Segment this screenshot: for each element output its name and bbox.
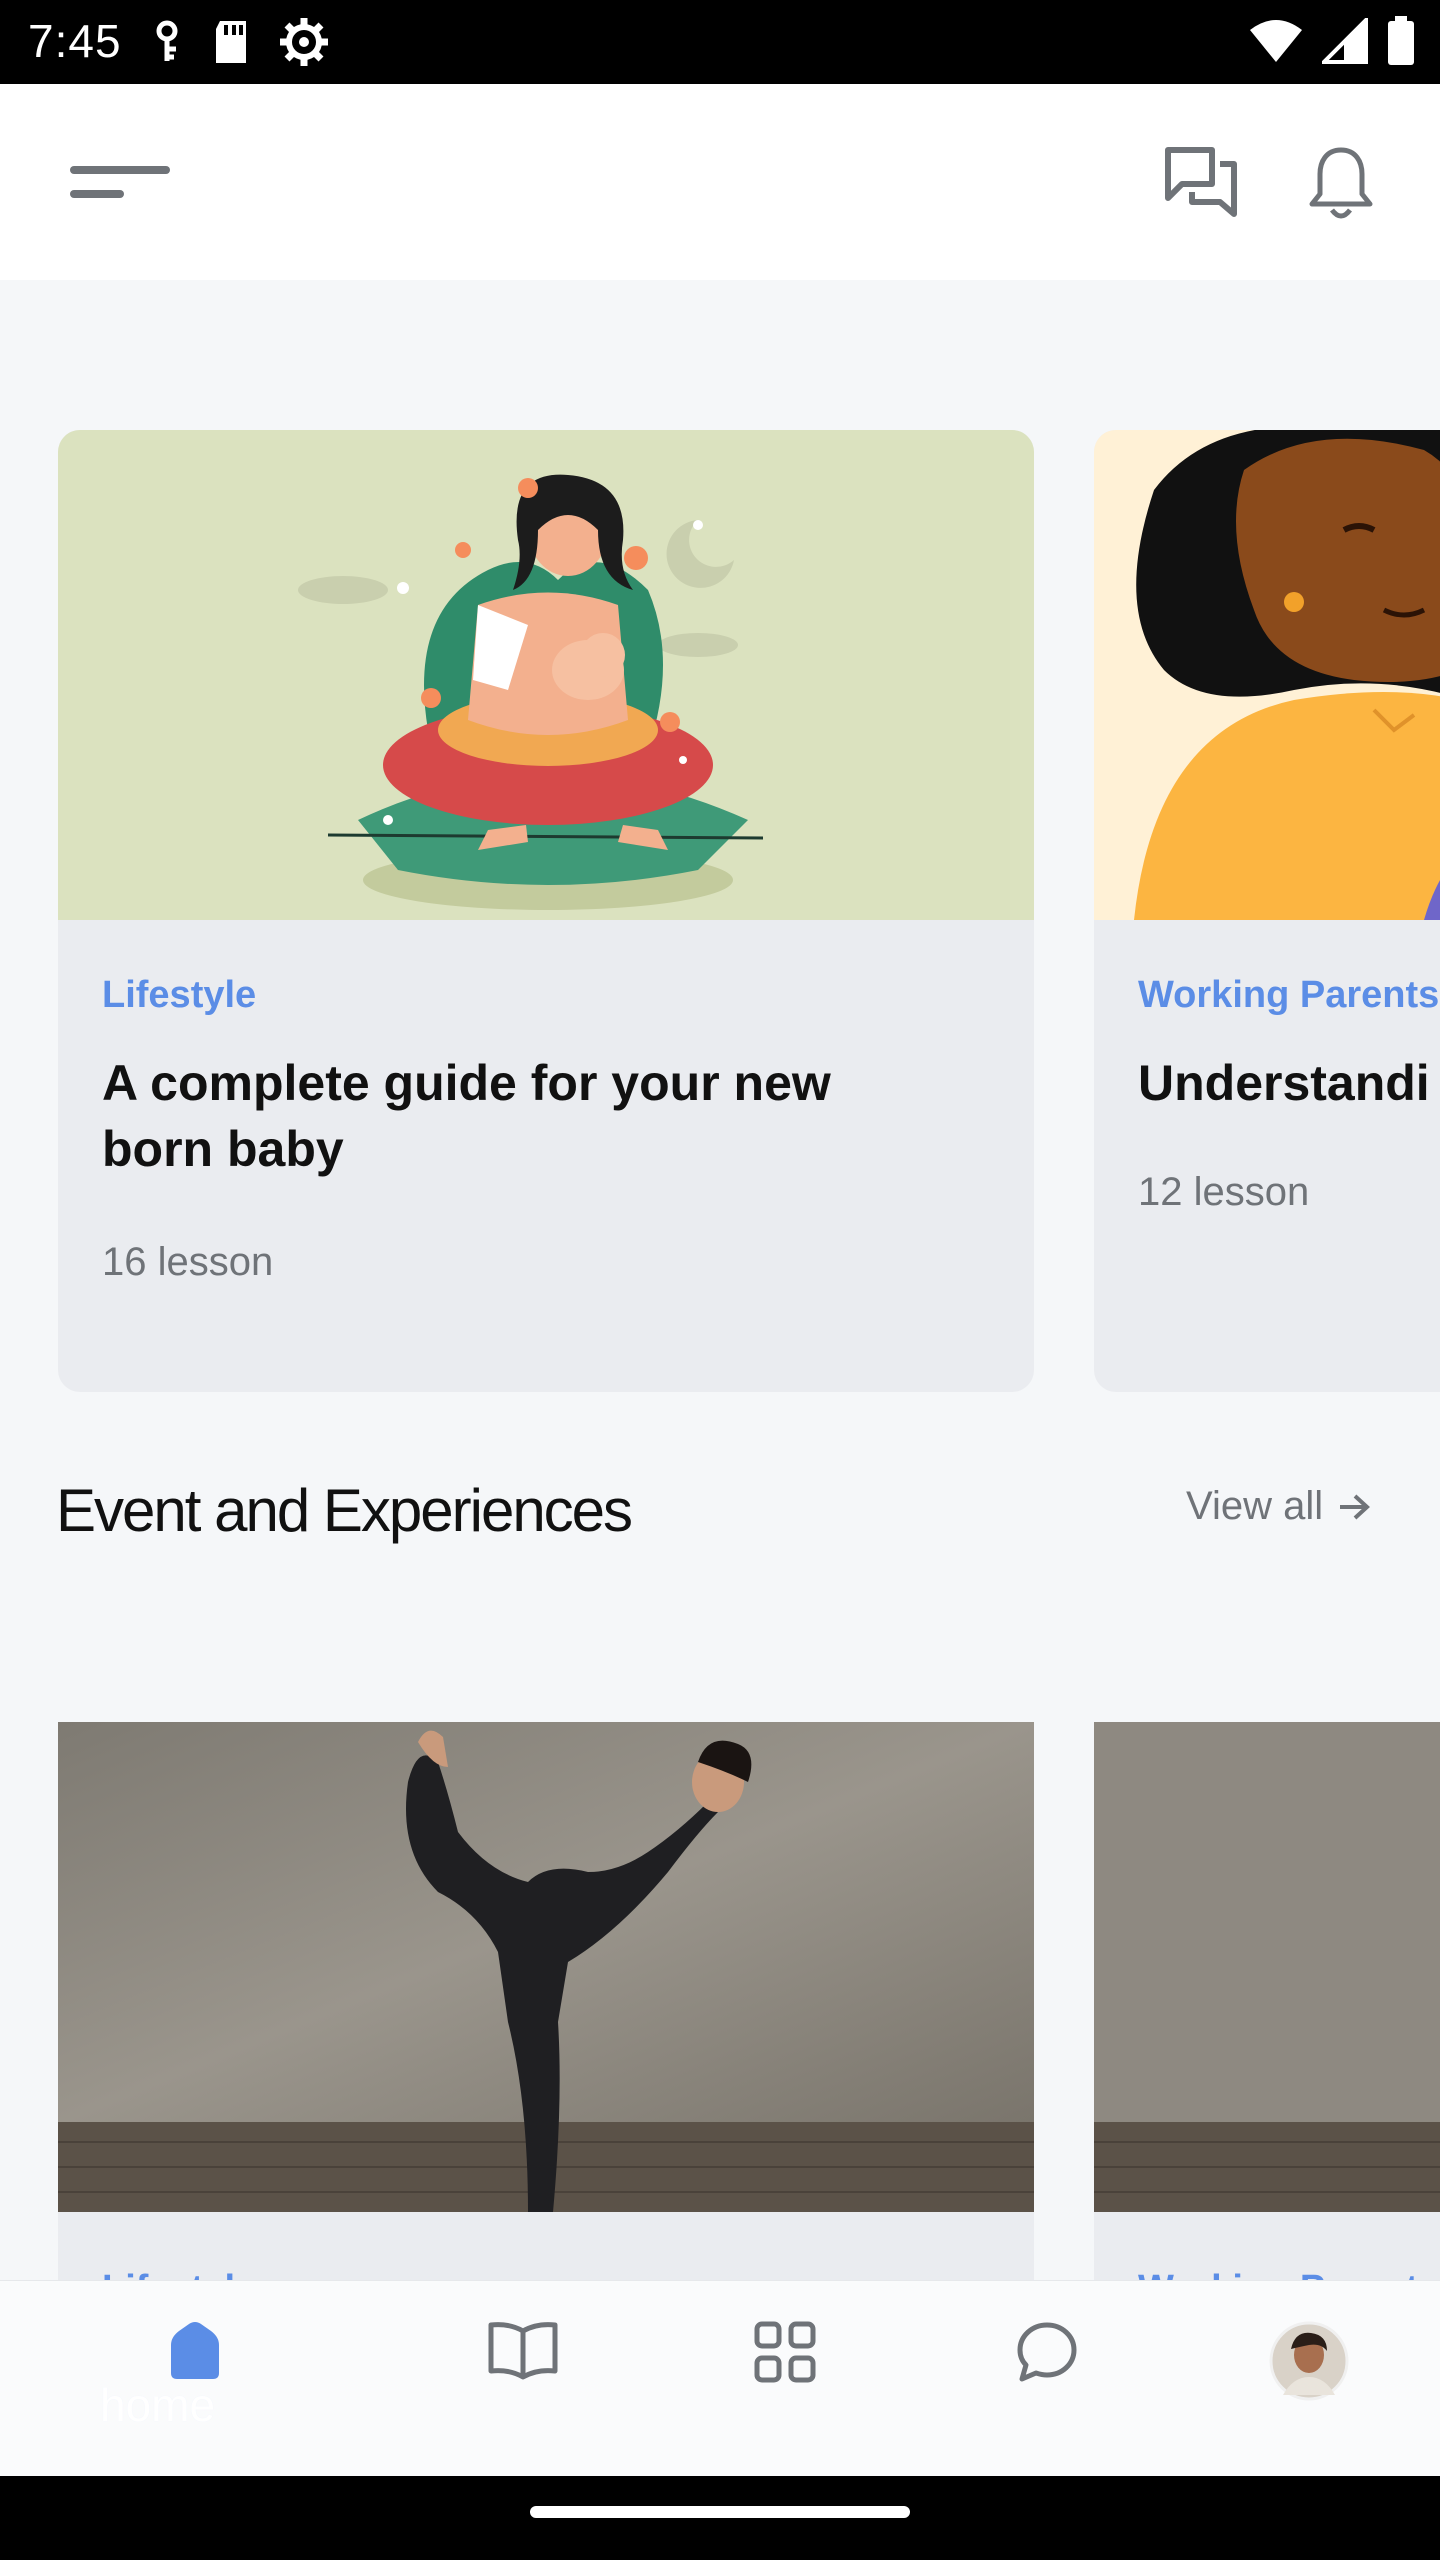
home-gesture-handle[interactable]	[530, 2506, 910, 2518]
course-category: Working Parents	[1138, 974, 1440, 1016]
course-title: Understandi	[1138, 1055, 1430, 1111]
menu-icon	[70, 166, 170, 198]
event-card[interactable]: Lifestyle	[58, 1722, 1034, 2282]
course-card[interactable]: Working Parents Understandi 12 lesson	[1094, 430, 1440, 1392]
course-title: A complete guide for your new born baby	[102, 1055, 831, 1177]
nav-home-label: home	[100, 2379, 216, 2431]
bell-icon	[1309, 147, 1373, 219]
wall-photo	[1094, 1722, 1440, 2212]
notifications-button[interactable]	[1306, 144, 1376, 224]
event-card[interactable]: Working Parents	[1094, 1722, 1440, 2282]
grid-icon	[754, 2321, 816, 2383]
status-time: 7:45	[28, 15, 122, 67]
nav-categories[interactable]	[730, 2321, 840, 2441]
chat-bubbles-icon	[1165, 147, 1237, 217]
nav-profile[interactable]	[1254, 2321, 1364, 2441]
app-bar	[0, 84, 1440, 280]
home-icon	[171, 2322, 219, 2379]
messages-button[interactable]	[1162, 144, 1240, 222]
bottom-navigation	[0, 2280, 1440, 2476]
gesture-bar	[0, 2476, 1440, 2560]
book-icon	[488, 2322, 558, 2380]
sd-card-icon	[216, 21, 246, 63]
view-all-label: View all	[1186, 1484, 1324, 1528]
event-image	[58, 1722, 1034, 2212]
course-image	[1094, 430, 1440, 920]
signal-icon	[1322, 18, 1368, 64]
view-all-link[interactable]: View all	[1186, 1484, 1371, 1529]
course-category: Lifestyle	[102, 974, 257, 1016]
status-bar: 7:45	[0, 0, 1440, 84]
avatar	[1269, 2321, 1349, 2401]
battery-icon	[1388, 16, 1414, 65]
course-lesson-count: 16 lesson	[102, 1240, 274, 1284]
course-image	[58, 430, 1034, 920]
mother-breastfeeding-illustration	[298, 474, 764, 910]
chat-icon	[1017, 2322, 1077, 2382]
wifi-icon	[1250, 20, 1302, 62]
settings-gear-icon	[280, 18, 328, 66]
course-card[interactable]: Lifestyle A complete guide for your new …	[58, 430, 1034, 1392]
event-image	[1094, 1722, 1440, 2212]
arrow-right-icon	[1340, 1494, 1371, 1519]
course-lesson-count: 12 lesson	[1138, 1170, 1310, 1214]
nav-library[interactable]	[468, 2321, 578, 2441]
woman-illustration	[1134, 430, 1440, 920]
key-icon	[156, 20, 178, 61]
menu-button[interactable]	[66, 156, 176, 212]
nav-chat[interactable]	[992, 2321, 1102, 2441]
yoga-pose-photo	[58, 1722, 1034, 2212]
section-title: Event and Experiences	[56, 1477, 633, 1544]
